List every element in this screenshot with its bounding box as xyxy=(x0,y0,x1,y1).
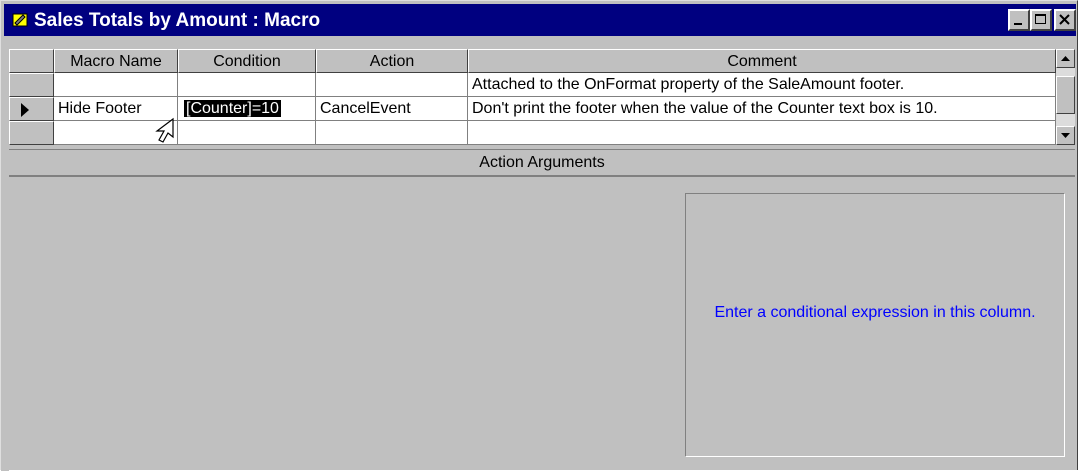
close-button[interactable] xyxy=(1054,9,1076,31)
minimize-icon xyxy=(1014,23,1022,25)
arrow-down-icon xyxy=(1061,133,1070,138)
maximize-icon xyxy=(1035,14,1046,24)
column-header-action[interactable]: Action xyxy=(316,49,468,73)
selected-condition-text: [Counter]=10 xyxy=(184,100,281,117)
title-bar[interactable]: Sales Totals by Amount : Macro xyxy=(4,4,1076,36)
help-panel: Enter a conditional expression in this c… xyxy=(685,193,1065,457)
comment-cell[interactable] xyxy=(468,121,1056,145)
action-cell[interactable] xyxy=(316,121,468,145)
arrow-up-icon xyxy=(1061,56,1070,61)
macro-window: Sales Totals by Amount : Macro Macro Nam… xyxy=(0,0,1078,471)
action-cell[interactable]: CancelEvent xyxy=(316,97,468,121)
current-record-icon xyxy=(21,103,29,117)
comment-cell[interactable]: Don't print the footer when the value of… xyxy=(468,97,1056,121)
close-icon xyxy=(1059,14,1070,25)
column-header-comment[interactable]: Comment xyxy=(468,49,1056,73)
action-arguments-header: Action Arguments xyxy=(9,149,1075,177)
row-selector-current[interactable] xyxy=(9,97,54,121)
comment-cell[interactable]: Attached to the OnFormat property of the… xyxy=(468,73,1056,97)
window-border xyxy=(1,1,9,471)
window-title: Sales Totals by Amount : Macro xyxy=(34,10,321,31)
scroll-down-button[interactable] xyxy=(1056,126,1075,145)
maximize-button[interactable] xyxy=(1030,9,1052,31)
action-cell[interactable] xyxy=(316,73,468,97)
condition-cell[interactable] xyxy=(178,73,316,97)
column-header-macro-name[interactable]: Macro Name xyxy=(54,49,178,73)
help-text: Enter a conditional expression in this c… xyxy=(714,304,1036,321)
condition-cell-selected[interactable]: [Counter]=10 xyxy=(178,97,316,121)
macro-name-cell[interactable] xyxy=(54,73,178,97)
scroll-up-button[interactable] xyxy=(1056,49,1075,68)
vertical-scrollbar[interactable] xyxy=(1056,49,1075,145)
macro-icon xyxy=(12,13,28,27)
row-selector[interactable] xyxy=(9,73,54,97)
select-all-corner[interactable] xyxy=(9,49,54,73)
minimize-button[interactable] xyxy=(1008,9,1030,31)
mouse-pointer-icon xyxy=(155,117,174,143)
row-selector[interactable] xyxy=(9,121,54,145)
column-header-condition[interactable]: Condition xyxy=(178,49,316,73)
condition-cell[interactable] xyxy=(178,121,316,145)
scroll-thumb[interactable] xyxy=(1056,76,1075,114)
